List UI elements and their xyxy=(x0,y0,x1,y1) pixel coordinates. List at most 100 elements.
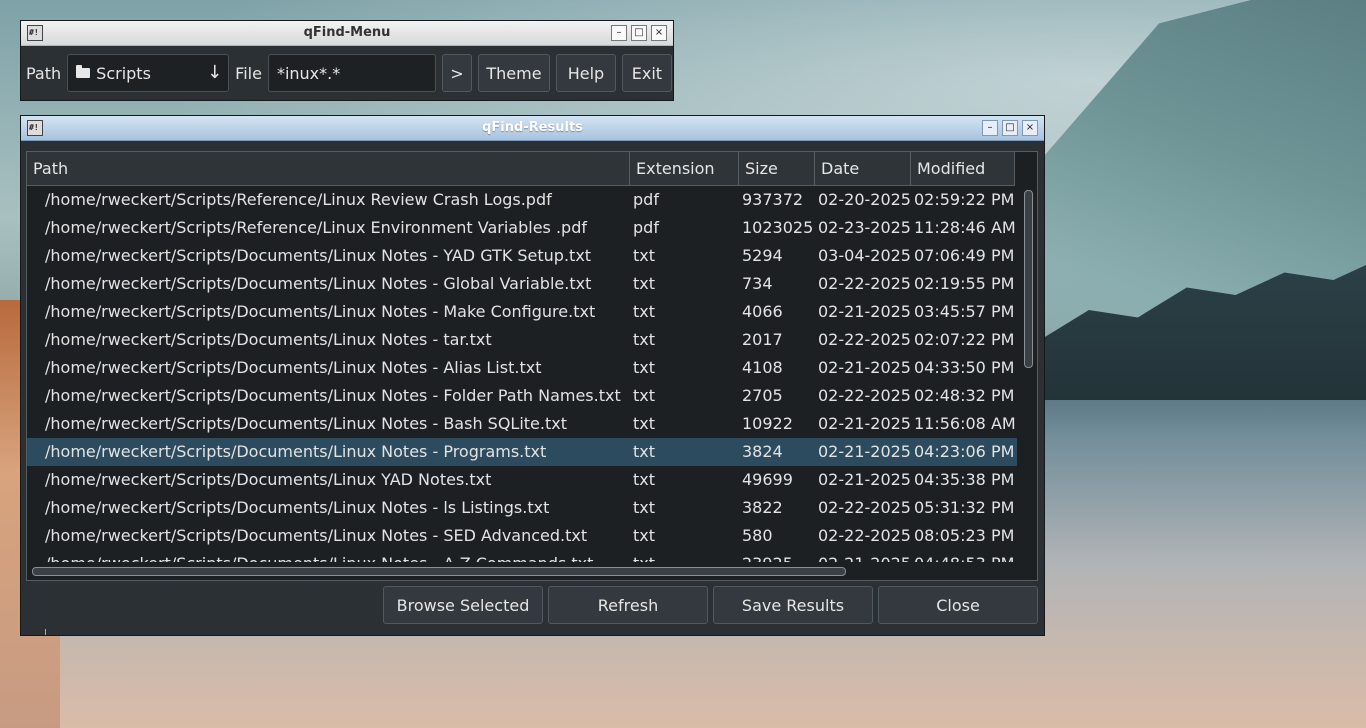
table-row[interactable]: /home/rweckert/Scripts/Documents/Linux N… xyxy=(27,242,1017,270)
cell-extension: txt xyxy=(633,470,656,489)
cell-path: /home/rweckert/Scripts/Documents/Linux N… xyxy=(45,358,542,377)
cell-path: /home/rweckert/Scripts/Documents/Linux N… xyxy=(45,274,592,293)
vertical-scrollbar[interactable] xyxy=(1019,186,1037,562)
cell-path: /home/rweckert/Scripts/Documents/Linux N… xyxy=(45,330,492,349)
cell-size: 49699 xyxy=(742,470,793,489)
cell-path: /home/rweckert/Scripts/Reference/Linux R… xyxy=(45,190,552,209)
window-resize-edge xyxy=(45,629,46,635)
results-table: Path Extension Size Date Modified /home/… xyxy=(26,151,1038,581)
cell-date: 02-21-2025 xyxy=(815,550,911,562)
cell-path: /home/rweckert/Scripts/Documents/Linux N… xyxy=(45,386,621,405)
cell-date: 02-21-2025 xyxy=(818,442,911,461)
table-row[interactable]: /home/rweckert/Scripts/Documents/Linux N… xyxy=(27,270,1017,298)
cell-date: 02-21-2025 xyxy=(818,302,911,321)
desktop-forest xyxy=(1040,265,1366,400)
table-header: Path Extension Size Date Modified xyxy=(27,152,1015,186)
cell-extension: txt xyxy=(630,550,739,562)
results-window: qFind-Results – □ × Path Extension Size … xyxy=(20,115,1045,636)
table-row[interactable]: /home/rweckert/Scripts/Documents/Linux N… xyxy=(27,410,1017,438)
file-label: File xyxy=(235,63,262,83)
cell-extension: txt xyxy=(633,526,656,545)
horizontal-scrollbar[interactable] xyxy=(27,562,1037,580)
cell-path: /home/rweckert/Scripts/Documents/Linux N… xyxy=(27,550,630,562)
horizontal-scrollbar-thumb[interactable] xyxy=(32,567,846,576)
close-button[interactable]: Close xyxy=(878,586,1038,624)
cell-date: 02-22-2025 xyxy=(818,386,911,405)
cell-size: 10922 xyxy=(742,414,793,433)
menu-toolbar: Path Scripts ↓ File > Theme Help Exit xyxy=(21,46,673,100)
cell-modified: 11:56:08 AM xyxy=(914,414,1015,433)
close-icon[interactable]: × xyxy=(1022,120,1038,136)
vertical-scrollbar-thumb[interactable] xyxy=(1024,190,1033,368)
cell-size: 3824 xyxy=(742,442,783,461)
folder-icon xyxy=(76,65,91,78)
minimize-icon[interactable]: – xyxy=(982,120,998,136)
cell-modified: 03:45:57 PM xyxy=(914,302,1015,321)
table-row[interactable]: /home/rweckert/Scripts/Documents/Linux N… xyxy=(27,438,1017,466)
cell-date: 02-22-2025 xyxy=(818,330,911,349)
cell-size: 4066 xyxy=(742,302,783,321)
table-row[interactable]: /home/rweckert/Scripts/Documents/Linux N… xyxy=(27,382,1017,410)
cell-date: 02-23-2025 xyxy=(818,218,911,237)
table-row[interactable]: /home/rweckert/Scripts/Documents/Linux N… xyxy=(27,522,1017,550)
cell-modified: 08:05:23 PM xyxy=(914,526,1015,545)
cell-path: /home/rweckert/Scripts/Reference/Linux E… xyxy=(45,218,587,237)
cell-date: 02-22-2025 xyxy=(818,274,911,293)
cell-size: 4108 xyxy=(742,358,783,377)
help-button[interactable]: Help xyxy=(555,54,616,92)
table-row[interactable]: /home/rweckert/Scripts/Documents/Linux N… xyxy=(27,298,1017,326)
cell-date: 02-21-2025 xyxy=(818,414,911,433)
window-controls: – □ × xyxy=(611,25,667,41)
cell-extension: txt xyxy=(633,330,656,349)
theme-button[interactable]: Theme xyxy=(477,54,550,92)
search-go-button[interactable]: > xyxy=(441,54,472,92)
cell-modified: 02:59:22 PM xyxy=(914,190,1015,209)
column-header-date[interactable]: Date xyxy=(815,152,911,185)
column-header-modified[interactable]: Modified xyxy=(911,152,1015,185)
cell-modified: 07:06:49 PM xyxy=(914,246,1015,265)
maximize-icon[interactable]: □ xyxy=(1002,120,1018,136)
cell-modified: 04:33:50 PM xyxy=(914,358,1015,377)
column-header-extension[interactable]: Extension xyxy=(630,152,739,185)
table-row[interactable]: /home/rweckert/Scripts/Documents/Linux N… xyxy=(27,494,1017,522)
cell-date: 02-21-2025 xyxy=(818,358,911,377)
cell-size: 5294 xyxy=(742,246,783,265)
refresh-button[interactable]: Refresh xyxy=(548,586,708,624)
cell-modified: 04:48:53 PM xyxy=(911,550,1015,562)
cell-modified: 02:19:55 PM xyxy=(914,274,1015,293)
table-row[interactable]: /home/rweckert/Scripts/Reference/Linux E… xyxy=(27,214,1017,242)
column-header-size[interactable]: Size xyxy=(739,152,815,185)
table-row[interactable]: /home/rweckert/Scripts/Documents/Linux N… xyxy=(27,550,1017,562)
exit-button[interactable]: Exit xyxy=(621,54,672,92)
table-row[interactable]: /home/rweckert/Scripts/Documents/Linux N… xyxy=(27,354,1017,382)
cell-extension: txt xyxy=(633,246,656,265)
table-row[interactable]: /home/rweckert/Scripts/Documents/Linux N… xyxy=(27,326,1017,354)
minimize-icon[interactable]: – xyxy=(611,25,627,41)
cell-extension: txt xyxy=(633,274,656,293)
save-results-button[interactable]: Save Results xyxy=(713,586,873,624)
path-combobox[interactable]: Scripts ↓ xyxy=(67,54,230,92)
cell-date: 02-20-2025 xyxy=(818,190,911,209)
path-label: Path xyxy=(26,63,62,83)
maximize-icon[interactable]: □ xyxy=(631,25,647,41)
menu-titlebar[interactable]: qFind-Menu – □ × xyxy=(21,21,673,46)
path-combobox-value: Scripts xyxy=(96,64,151,83)
cell-size: 1023025 xyxy=(742,218,814,237)
cell-path: /home/rweckert/Scripts/Documents/Linux N… xyxy=(45,526,588,545)
browse-selected-button[interactable]: Browse Selected xyxy=(383,586,543,624)
file-pattern-input[interactable] xyxy=(267,54,436,92)
table-row[interactable]: /home/rweckert/Scripts/Reference/Linux R… xyxy=(27,186,1017,214)
results-titlebar[interactable]: qFind-Results – □ × xyxy=(21,116,1044,141)
cell-size: 580 xyxy=(742,526,773,545)
cell-date: 02-22-2025 xyxy=(818,526,911,545)
results-window-title: qFind-Results xyxy=(482,120,583,135)
column-header-path[interactable]: Path xyxy=(27,152,630,185)
cell-size: 2705 xyxy=(742,386,783,405)
table-body: /home/rweckert/Scripts/Reference/Linux R… xyxy=(27,186,1017,562)
cell-modified: 04:35:38 PM xyxy=(914,470,1015,489)
close-icon[interactable]: × xyxy=(651,25,667,41)
cell-path: /home/rweckert/Scripts/Documents/Linux N… xyxy=(45,414,567,433)
cell-modified: 02:07:22 PM xyxy=(914,330,1015,349)
table-row[interactable]: /home/rweckert/Scripts/Documents/Linux Y… xyxy=(27,466,1017,494)
cell-path: /home/rweckert/Scripts/Documents/Linux N… xyxy=(45,498,550,517)
